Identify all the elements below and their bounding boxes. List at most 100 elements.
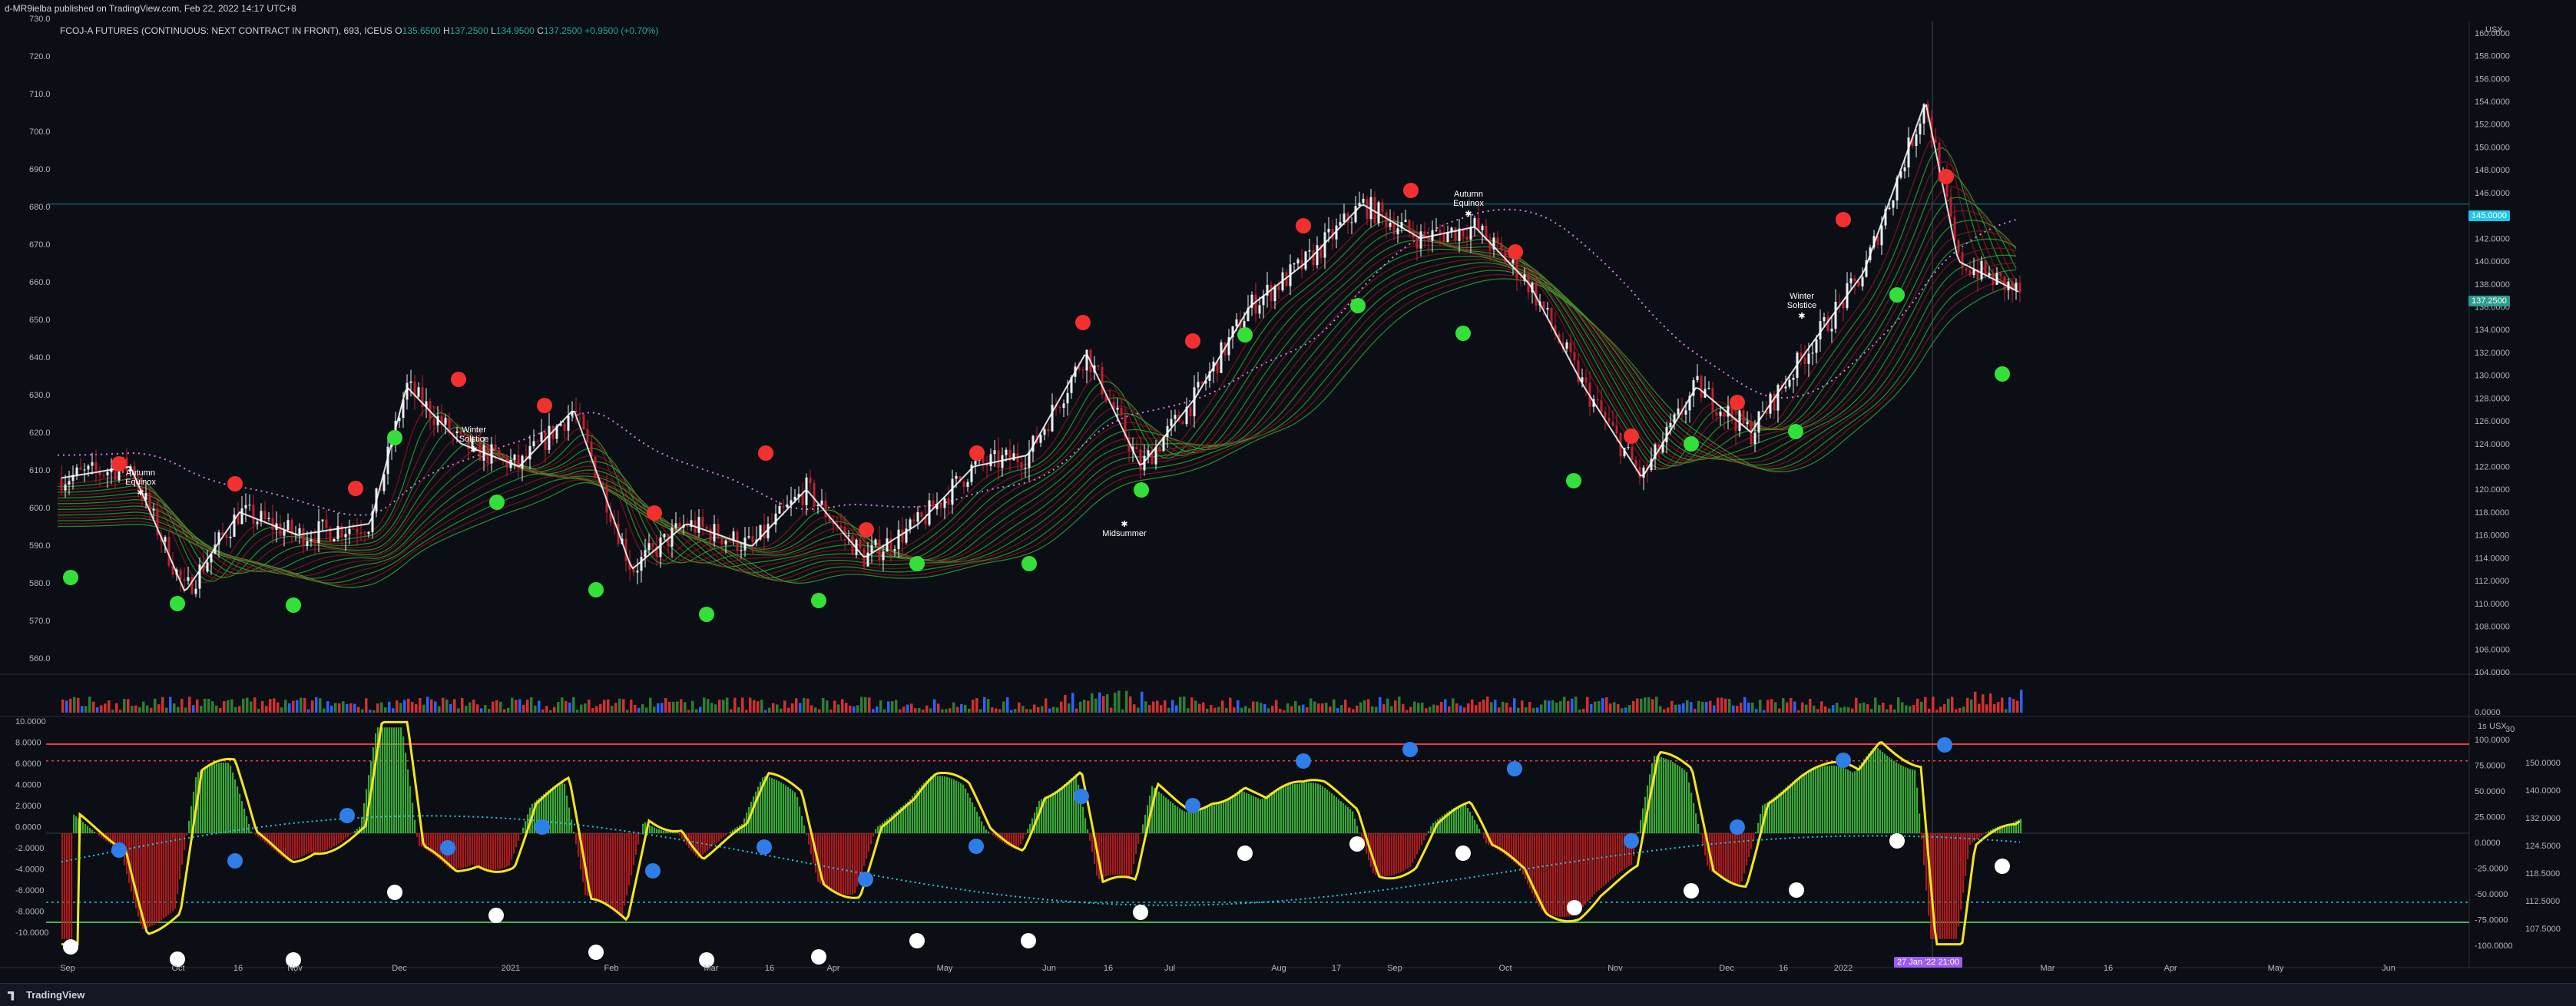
osc-histogram-bar: [1137, 833, 1139, 844]
right-price-tick: 116.0000: [2475, 531, 2509, 541]
volume-bar: [180, 699, 184, 713]
candle-body: [1382, 202, 1384, 212]
volume-bar: [1379, 697, 1382, 713]
candle-body: [84, 469, 86, 470]
osc-histogram-bar: [1073, 776, 1074, 833]
volume-bar: [1816, 709, 1819, 713]
candle-body: [1316, 245, 1319, 265]
candle-body: [675, 523, 677, 528]
osc-histogram-bar: [1732, 833, 1733, 883]
candle-body: [1670, 423, 1672, 427]
candle-body: [1520, 280, 1522, 281]
right-price-tick: 134.0000: [2475, 326, 2510, 335]
ohlc-high: 137.2500: [450, 25, 488, 36]
left-price-tick: 670.0: [29, 240, 51, 250]
osc-histogram-bar: [1783, 789, 1784, 833]
brand[interactable]: TradingView: [8, 989, 84, 1001]
osc-right-tick: 25.0000: [2475, 813, 2505, 822]
volume-bar: [165, 708, 168, 713]
volume-bar: [714, 704, 717, 713]
osc-histogram-bar: [520, 833, 521, 834]
right-price-tick: 112.0000: [2475, 577, 2509, 586]
osc-histogram-bar: [1239, 789, 1240, 833]
osc-histogram-bar: [792, 790, 793, 833]
osc-histogram-bar: [1916, 788, 1918, 833]
volume-bar: [956, 707, 959, 713]
osc-right-tick: 0.0000: [2475, 839, 2501, 848]
candle-body: [848, 535, 850, 536]
osc-histogram-bar: [923, 783, 925, 833]
sell-signal-dot: [1624, 429, 1639, 444]
osc-histogram-bar: [158, 833, 160, 922]
osc-histogram-bar: [1260, 799, 1261, 833]
volume-bar: [1832, 705, 1835, 713]
volume-bar: [1014, 709, 1017, 713]
volume-bar: [1352, 709, 1355, 713]
osc-histogram-bar: [769, 777, 770, 833]
osc-histogram-bar: [1541, 833, 1542, 910]
volume-bar: [1121, 710, 1124, 713]
buy-signal-dot: [489, 495, 505, 510]
volume-bar: [1325, 703, 1328, 713]
candle-body: [241, 508, 243, 524]
osc-histogram-bar: [1960, 833, 1962, 909]
volume-bar: [1828, 709, 1831, 713]
osc-histogram-bar: [552, 787, 554, 833]
candle-body: [456, 432, 459, 433]
volume-bar: [645, 708, 648, 713]
osc-histogram-bar: [1854, 771, 1856, 833]
osc-histogram-bar: [1545, 833, 1547, 913]
volume-bar: [115, 703, 118, 713]
volume-bar: [1102, 696, 1105, 713]
volume-bar: [238, 706, 241, 713]
osc-histogram-bar: [220, 763, 222, 833]
osc-histogram-bar: [255, 833, 257, 835]
osc-histogram-bar: [773, 779, 775, 833]
volume-bar: [1870, 709, 1873, 713]
volume-bar: [1413, 702, 1416, 713]
time-tick: Nov: [287, 964, 303, 973]
osc-histogram-bar: [1743, 833, 1745, 873]
volume-bar: [1240, 708, 1243, 713]
volume-bar: [922, 710, 925, 713]
candle-body: [859, 540, 862, 549]
season-annotation: Equinox: [1453, 199, 1484, 208]
osc-histogram-bar: [1780, 792, 1782, 833]
osc-histogram-bar: [849, 833, 851, 895]
ohlc-low-label: L: [491, 25, 496, 36]
osc-histogram-bar: [211, 765, 213, 833]
osc-histogram-bar: [1601, 833, 1602, 888]
volume-bar: [1002, 702, 1005, 713]
osc-histogram-bar: [1478, 829, 1480, 833]
osc-histogram-bar: [626, 833, 627, 895]
ma-ribbon: [58, 137, 2018, 587]
osc-histogram-bar: [412, 802, 413, 833]
candle-body: [61, 478, 63, 490]
candle-body: [840, 525, 843, 527]
candle-body: [1059, 407, 1061, 408]
candle-body: [306, 541, 309, 546]
osc-histogram-bar: [718, 833, 720, 841]
osc-histogram-bar: [1741, 833, 1743, 882]
osc-histogram-bar: [1232, 795, 1233, 833]
candle-body: [345, 534, 347, 537]
volume-bar: [1160, 705, 1163, 713]
osc-blue-dot: [757, 839, 772, 855]
volume-bar: [150, 708, 153, 713]
candle-body: [257, 521, 259, 524]
osc-histogram-bar: [1564, 833, 1565, 917]
ribbon-line: [58, 231, 2016, 573]
volume-bar: [215, 706, 218, 713]
volume-bar: [65, 700, 68, 713]
candle-body: [967, 482, 969, 487]
osc-histogram-bar: [624, 833, 625, 905]
osc-histogram-bar: [1677, 765, 1678, 833]
osc-histogram-bar: [1128, 833, 1130, 877]
osc-histogram-bar: [603, 833, 604, 902]
osc-histogram-bar: [1319, 785, 1321, 833]
osc-histogram-bar: [511, 833, 512, 860]
osc-white-dot: [909, 933, 925, 948]
volume-bar: [230, 700, 233, 713]
volume-bar: [1425, 708, 1428, 713]
candle-body: [1608, 418, 1611, 422]
